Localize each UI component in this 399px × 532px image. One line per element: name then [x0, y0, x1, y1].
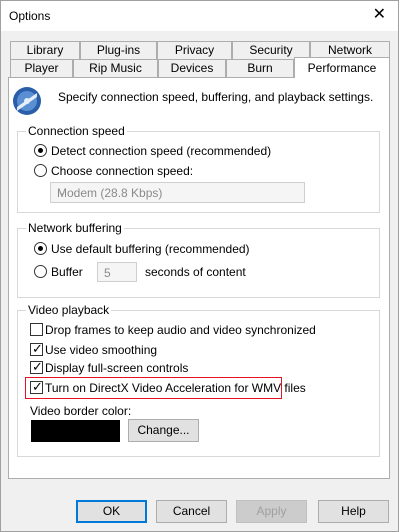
- check-mark-icon: ✓: [32, 341, 43, 356]
- check-mark-icon: ✓: [32, 359, 43, 374]
- media-player-icon: [13, 87, 41, 115]
- custom-buffer-radio[interactable]: [34, 265, 47, 278]
- drop-frames-checkbox[interactable]: [30, 323, 43, 336]
- group-title: Video playback: [26, 303, 112, 317]
- group-title: Network buffering: [26, 221, 124, 235]
- tab-burn[interactable]: Burn: [226, 59, 294, 77]
- buffer-seconds-value: 5: [104, 266, 111, 280]
- help-button[interactable]: Help: [318, 500, 389, 523]
- close-icon[interactable]: ✕: [373, 7, 386, 23]
- video-smoothing-checkbox[interactable]: ✓: [30, 341, 43, 356]
- title-bar: Options ✕: [0, 0, 399, 31]
- detect-speed-label[interactable]: Detect connection speed (recommended): [51, 144, 271, 158]
- default-buffering-label[interactable]: Use default buffering (recommended): [51, 242, 250, 256]
- border-color-label: Video border color:: [30, 404, 132, 418]
- radio-dot: [38, 148, 43, 153]
- tab-player[interactable]: Player: [10, 59, 73, 77]
- group-title: Connection speed: [26, 124, 127, 138]
- cancel-button[interactable]: Cancel: [156, 500, 227, 523]
- seconds-label: seconds of content: [145, 265, 246, 279]
- radio-dot: [38, 246, 43, 251]
- apply-button[interactable]: Apply: [236, 500, 307, 523]
- tab-privacy[interactable]: Privacy: [157, 41, 232, 59]
- video-smoothing-label[interactable]: Use video smoothing: [45, 343, 157, 357]
- tab-performance[interactable]: Performance: [294, 57, 390, 78]
- tab-plug-ins[interactable]: Plug-ins: [80, 41, 157, 59]
- detect-speed-radio[interactable]: [34, 144, 47, 157]
- chevron-down-icon: ⌄: [57, 184, 68, 198]
- choose-speed-label[interactable]: Choose connection speed:: [51, 164, 193, 178]
- fullscreen-controls-label[interactable]: Display full-screen controls: [45, 361, 188, 375]
- fullscreen-controls-checkbox[interactable]: ✓: [30, 359, 43, 374]
- border-color-swatch: [31, 420, 120, 442]
- window-title: Options: [9, 9, 51, 23]
- intro-text: Specify connection speed, buffering, and…: [58, 90, 374, 104]
- ok-button[interactable]: OK: [76, 500, 147, 523]
- tab-rip-music[interactable]: Rip Music: [73, 59, 158, 77]
- network-buffering-group: Network buffering: [17, 221, 380, 298]
- buffer-seconds-input[interactable]: 5: [97, 262, 137, 282]
- tab-library[interactable]: Library: [10, 41, 80, 59]
- drop-frames-label[interactable]: Drop frames to keep audio and video sync…: [45, 323, 316, 337]
- choose-speed-radio[interactable]: [34, 164, 47, 177]
- buffer-label[interactable]: Buffer: [51, 265, 83, 279]
- highlight-box: [25, 377, 282, 399]
- tab-devices[interactable]: Devices: [158, 59, 226, 77]
- default-buffering-radio[interactable]: [34, 242, 47, 255]
- speed-select[interactable]: Modem (28.8 Kbps) ⌄: [50, 182, 305, 203]
- change-color-button[interactable]: Change...: [128, 419, 199, 442]
